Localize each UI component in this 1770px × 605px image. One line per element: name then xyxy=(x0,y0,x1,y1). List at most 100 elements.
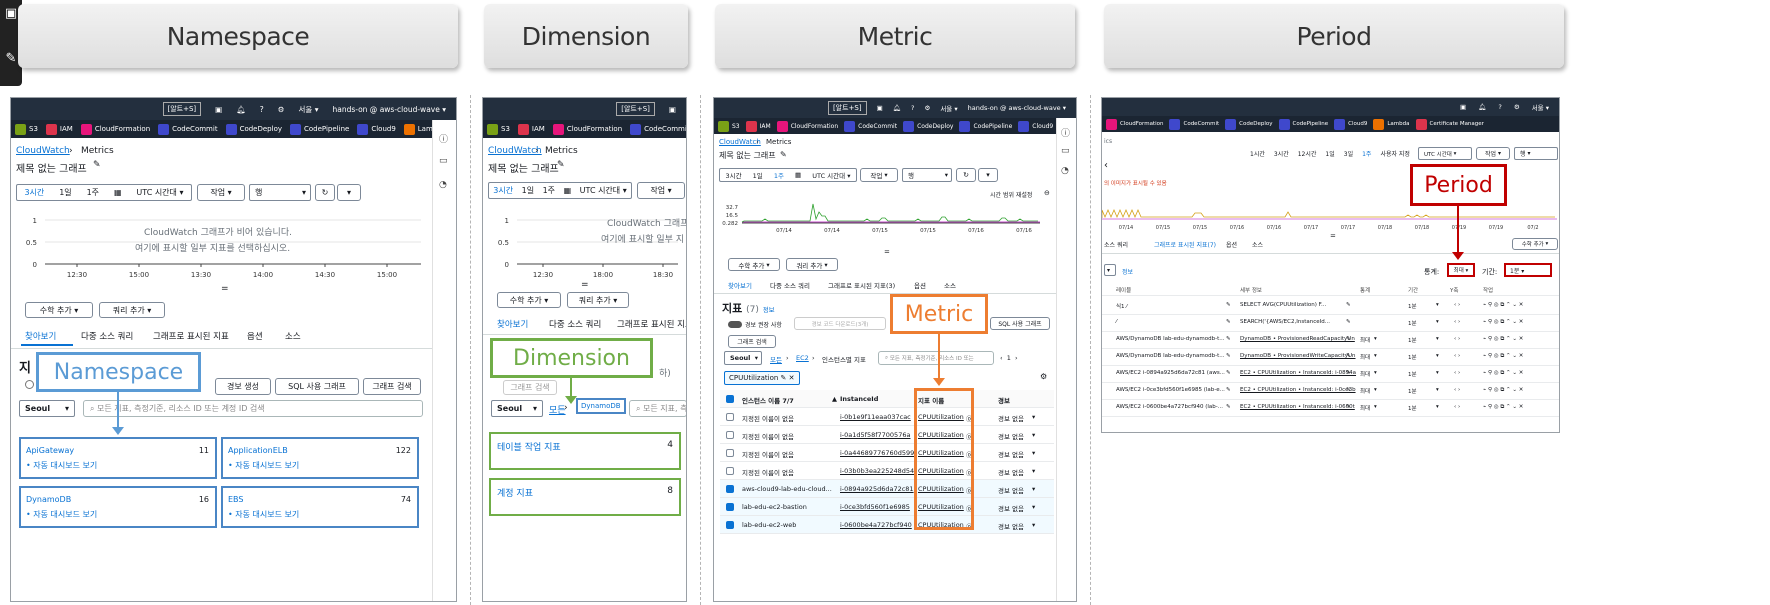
tab-graphed-metrics[interactable]: 그래프로 표시된 지표 xyxy=(617,318,686,330)
table-row[interactable]: ⁄ ✎ SEARCH('{AWS/EC2,InstanceId... ✎ 1분 ▾ ‹ › ⌁… xyxy=(1102,315,1559,332)
service-shortcut[interactable]: CloudFormation xyxy=(80,123,150,135)
tab-graphed-metrics[interactable]: 그래프로 표시된 지표(3) xyxy=(828,280,895,290)
row-actions-icon[interactable]: ⌁ ⚲ ◎ ⧉ ⌃ ⌄ ✕ xyxy=(1483,336,1523,343)
table-row[interactable]: AWS/EC2 i-0ce3bfd560f1e6985 (lab-e... ✎ EC… xyxy=(1102,383,1559,400)
service-shortcut[interactable]: CodePipeline xyxy=(290,123,349,135)
calendar-icon[interactable]: ▦ xyxy=(114,188,122,197)
time-option[interactable]: 1일 xyxy=(1325,149,1334,158)
service-shortcut[interactable]: S3 xyxy=(15,123,38,135)
edit-icon[interactable]: ✎ xyxy=(1226,302,1231,308)
calendar-icon[interactable]: ▦ xyxy=(795,171,801,179)
sort-icon[interactable]: ▲ xyxy=(832,395,837,403)
row-actions-icon[interactable]: ⌁ ⚲ ◎ ⧉ ⌃ ⌄ ✕ xyxy=(1483,404,1523,411)
statistic-value[interactable]: 최대 xyxy=(1360,336,1370,344)
edit-title-icon[interactable]: ✎ xyxy=(93,160,101,170)
row-checkbox[interactable] xyxy=(726,449,734,457)
metric-search-input[interactable]: ⌕ 모든 지표, 측정기준 xyxy=(629,400,686,417)
service-shortcut[interactable]: CodePipeline xyxy=(1278,118,1328,130)
row-menu-icon[interactable]: ▾ xyxy=(1032,485,1035,493)
instance-id[interactable]: i-0b1e9f11eaa037cac xyxy=(840,413,911,421)
close-icon[interactable]: ✕ xyxy=(789,374,795,382)
filter-dropdown[interactable]: ▾ xyxy=(1104,264,1116,276)
row-actions-icon[interactable]: ⌁ ⚲ ◎ ⧉ ⌃ ⌄ ✕ xyxy=(1483,319,1523,326)
edit-icon[interactable]: ✎ xyxy=(1346,319,1351,325)
edit-title-icon[interactable]: ✎ xyxy=(557,160,565,170)
row-checkbox[interactable] xyxy=(726,413,734,421)
time-3h[interactable]: 3시간 xyxy=(24,187,44,198)
metric-details[interactable]: DynamoDB • ProvisionedWriteCapacityUn xyxy=(1240,353,1356,359)
metric-details[interactable]: EC2 • CPUUtilization • InstanceId: i-060… xyxy=(1240,404,1355,410)
y-axis-toggle-icon[interactable]: ‹ › xyxy=(1454,387,1460,393)
instance-id[interactable]: i-0600be4a727bcf940 xyxy=(840,521,912,529)
statistic-select[interactable]: 최대 ▾ xyxy=(1447,263,1475,277)
add-math-button[interactable]: 수학 추가 ▾ xyxy=(25,302,93,318)
refresh-options-button[interactable]: ▾ xyxy=(337,184,361,201)
service-shortcut[interactable]: CodeDeploy xyxy=(1225,118,1273,130)
service-shortcut[interactable]: CloudFormation xyxy=(776,120,838,132)
auto-dashboard-link[interactable]: • 자동 대시보드 보기 xyxy=(26,460,97,471)
edit-icon[interactable]: ✎ xyxy=(1226,387,1231,393)
auto-dashboard-link[interactable]: • 자동 대시보드 보기 xyxy=(228,509,299,520)
period-value[interactable]: 1분 xyxy=(1408,353,1417,361)
add-query-button[interactable]: 쿼리 추가 ▾ xyxy=(567,292,629,308)
resize-handle[interactable]: = xyxy=(1330,232,1336,240)
resize-handle[interactable]: = xyxy=(581,280,589,290)
time-option[interactable]: 12시간 xyxy=(1298,149,1317,158)
select-all-checkbox[interactable] xyxy=(726,395,734,403)
service-shortcut[interactable]: IAM xyxy=(745,120,771,132)
statistic-value[interactable]: 최대 xyxy=(1360,353,1370,361)
column-header[interactable]: 인스턴스 이름 7/7 xyxy=(742,395,794,405)
alarm-recommend-toggle[interactable] xyxy=(728,321,742,328)
account-menu[interactable]: hands-on @ aws-cloud-wave ▾ xyxy=(968,104,1066,112)
edit-icon[interactable]: ✎ xyxy=(1346,336,1351,342)
breadcrumb-all[interactable]: 모든 xyxy=(770,354,782,364)
edit-icon[interactable]: ✎ xyxy=(1346,370,1351,376)
edit-icon[interactable]: ✎ xyxy=(1226,353,1231,359)
create-alarm-button[interactable]: 경보 생성 xyxy=(215,378,271,395)
y-axis-toggle-icon[interactable]: ‹ › xyxy=(1454,370,1460,376)
row-checkbox[interactable] xyxy=(726,503,734,511)
actions-dropdown[interactable]: 작업 ▾ xyxy=(197,184,245,201)
tab-source[interactable]: 소스 xyxy=(1252,240,1263,249)
actions-dropdown[interactable]: 작업 ▾ xyxy=(637,182,685,199)
account-menu[interactable]: hands-on @ aws-cloud-wave ▾ xyxy=(332,105,446,114)
y-axis-toggle-icon[interactable]: ‹ › xyxy=(1454,353,1460,359)
service-shortcut[interactable]: CodeCommit xyxy=(158,123,218,135)
time-3h[interactable]: 3시간 xyxy=(493,185,513,196)
row-actions-icon[interactable]: ⌁ ⚲ ◎ ⧉ ⌃ ⌄ ✕ xyxy=(1483,370,1523,377)
table-row[interactable]: 식1 ⁄ ✎ SELECT AVG(CPUUtilization) F... ✎ 1분 ▾… xyxy=(1102,298,1559,315)
service-shortcut[interactable]: Lambda xyxy=(1373,118,1410,130)
terminal-icon[interactable]: ▣ xyxy=(215,105,222,114)
service-shortcut[interactable]: CodeDeploy xyxy=(225,123,282,135)
time-1d[interactable]: 1일 xyxy=(753,170,763,180)
edit-icon[interactable]: ✎ xyxy=(1226,336,1231,342)
period-value[interactable]: 1분 xyxy=(1408,319,1417,327)
metric-details[interactable]: SEARCH('{AWS/EC2,InstanceId... xyxy=(1240,319,1330,325)
resize-handle[interactable]: = xyxy=(221,284,229,294)
add-query-button[interactable]: 쿼리 추가 ▾ xyxy=(786,258,838,271)
time-option[interactable]: 사용자 지정 xyxy=(1380,149,1410,158)
namespace-name[interactable]: ApplicationELB xyxy=(228,446,288,455)
settings-icon[interactable]: ◔ xyxy=(439,180,447,190)
column-header[interactable]: 경보 xyxy=(998,395,1010,405)
info-icon[interactable]: ⓘ xyxy=(1061,126,1070,139)
tab-options[interactable]: 옵션 xyxy=(1226,240,1237,249)
dimension-row[interactable]: 테이블 작업 지표 4 xyxy=(489,432,681,470)
dimension-row[interactable]: 계정 지표 8 xyxy=(489,478,681,516)
instance-id[interactable]: i-0a1d5f58f7700576a xyxy=(840,431,910,439)
auto-dashboard-link[interactable]: • 자동 대시보드 보기 xyxy=(228,460,299,471)
add-query-button[interactable]: 쿼리 추가 ▾ xyxy=(99,302,165,318)
metric-label[interactable]: ⁄ xyxy=(1116,319,1117,325)
metric-label[interactable]: AWS/DynamoDB lab-edu-dynamodb-t... xyxy=(1116,353,1224,359)
sql-graph-button[interactable]: SQL 사용 그래프 xyxy=(990,317,1050,330)
time-1d[interactable]: 1일 xyxy=(522,185,534,196)
row-menu-icon[interactable]: ▾ xyxy=(1032,503,1035,511)
instance-id[interactable]: i-03b0b3ea225248d54 xyxy=(840,467,914,475)
region-filter[interactable]: Seoul ▾ xyxy=(19,400,75,417)
row-actions-icon[interactable]: ⌁ ⚲ ◎ ⧉ ⌃ ⌄ ✕ xyxy=(1483,302,1523,309)
help-icon[interactable]: ? xyxy=(1498,103,1501,111)
graph-type-select[interactable]: 행 ▾ xyxy=(902,168,952,182)
metric-details[interactable]: EC2 • CPUUtilization • InstanceId: i-089… xyxy=(1240,370,1356,376)
region-filter[interactable]: Seoul ▾ xyxy=(491,400,543,417)
chevron-left-icon[interactable]: ‹ xyxy=(1104,160,1108,171)
